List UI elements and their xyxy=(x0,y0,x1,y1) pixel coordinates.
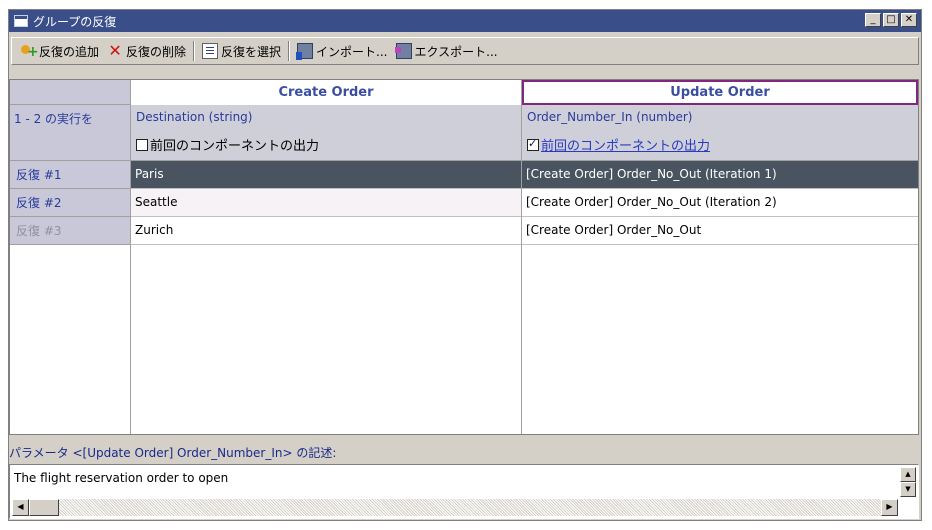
table-cell[interactable]: Paris xyxy=(131,161,521,189)
toolbar-separator xyxy=(193,41,196,61)
scroll-down-icon[interactable]: ▼ xyxy=(900,482,916,497)
iteration-row-header[interactable]: 反復 #3 xyxy=(10,217,130,245)
checkbox-label: 前回のコンポーネントの出力 xyxy=(150,139,320,154)
title-bar[interactable]: グループの反復 _ □ ✕ xyxy=(9,10,921,32)
description-label: パラメータ <[Update Order] Order_Number_In> の… xyxy=(9,446,337,460)
scroll-thumb[interactable] xyxy=(29,499,59,516)
select-iterations-label: 反復を選択 xyxy=(221,44,282,59)
window-controls: _ □ ✕ xyxy=(865,13,917,27)
scroll-right-icon[interactable]: ▶ xyxy=(881,499,898,516)
description-text: The flight reservation order to open xyxy=(14,471,229,485)
horizontal-scrollbar[interactable]: ◀ ▶ xyxy=(12,499,898,516)
checkbox-unchecked-icon[interactable] xyxy=(136,138,148,151)
scroll-left-icon[interactable]: ◀ xyxy=(12,499,29,516)
toolbar: 反復の追加 ✕ 反復の削除 反復を選択 インポート... エクスポート... xyxy=(11,37,919,65)
column-header-update-order[interactable]: Update Order xyxy=(522,80,918,105)
column-create-order: Create Order Destination (string) 前回のコンポ… xyxy=(131,80,522,434)
corner-cell xyxy=(10,80,130,105)
maximize-button[interactable]: □ xyxy=(883,13,899,27)
export-label: エクスポート... xyxy=(414,44,498,59)
column-header-create-order[interactable]: Create Order xyxy=(131,80,521,105)
scroll-up-icon[interactable]: ▲ xyxy=(900,467,916,482)
parameter-cell: Destination (string) 前回のコンポーネントの出力 xyxy=(131,105,521,161)
parameter-type: Destination (string) xyxy=(136,110,253,124)
previous-output-checkbox[interactable]: 前回のコンポーネントの出力 xyxy=(527,135,710,154)
delete-iteration-button[interactable]: ✕ 反復の削除 xyxy=(103,40,190,62)
checkbox-link-label[interactable]: 前回のコンポーネントの出力 xyxy=(541,135,710,154)
window-title: グループの反復 xyxy=(33,14,117,29)
export-icon xyxy=(394,43,412,59)
window-icon xyxy=(14,15,28,27)
table-cell[interactable]: [Create Order] Order_No_Out (Iteration 2… xyxy=(522,189,918,217)
description-box[interactable]: The flight reservation order to open ▲ ▼… xyxy=(9,464,919,519)
parameter-cell: Order_Number_In (number) 前回のコンポーネントの出力 xyxy=(522,105,918,161)
table-cell[interactable]: Seattle xyxy=(131,189,521,217)
vertical-scrollbar[interactable]: ▲ ▼ xyxy=(900,467,916,497)
add-iteration-icon xyxy=(20,43,39,59)
parameter-type: Order_Number_In (number) xyxy=(527,110,693,124)
import-label: インポート... xyxy=(316,44,388,59)
checkbox-checked-icon[interactable] xyxy=(527,137,539,151)
iteration-row-header[interactable]: 反復 #2 xyxy=(10,189,130,217)
select-iterations-button[interactable]: 反復を選択 xyxy=(198,40,285,62)
iteration-row-header[interactable]: 反復 #1 xyxy=(10,161,130,189)
import-button[interactable]: インポート... xyxy=(293,40,391,62)
add-iteration-label: 反復の追加 xyxy=(39,44,100,59)
column-update-order: Update Order Order_Number_In (number) 前回… xyxy=(522,80,918,434)
import-icon xyxy=(296,43,314,60)
table-cell[interactable]: Zurich xyxy=(131,217,521,245)
table-cell[interactable]: [Create Order] Order_No_Out xyxy=(522,217,918,245)
row-header-column: 1 - 2 の実行を 反復 #1 反復 #2 反復 #3 xyxy=(10,80,131,434)
minimize-button[interactable]: _ xyxy=(865,13,881,27)
delete-x-icon: ✕ xyxy=(108,41,122,60)
toolbar-separator xyxy=(288,41,291,61)
previous-output-checkbox[interactable]: 前回のコンポーネントの出力 xyxy=(136,135,319,154)
table-cell[interactable]: [Create Order] Order_No_Out (Iteration 1… xyxy=(522,161,918,189)
list-icon xyxy=(202,43,219,59)
iterations-grid: 1 - 2 の実行を 反復 #1 反復 #2 反復 #3 Create Orde… xyxy=(9,79,919,435)
delete-iteration-label: 反復の削除 xyxy=(126,44,187,59)
add-iteration-button[interactable]: 反復の追加 xyxy=(16,40,103,62)
run-range-cell[interactable]: 1 - 2 の実行を xyxy=(10,105,130,161)
export-button[interactable]: エクスポート... xyxy=(392,40,502,62)
close-button[interactable]: ✕ xyxy=(901,13,917,27)
